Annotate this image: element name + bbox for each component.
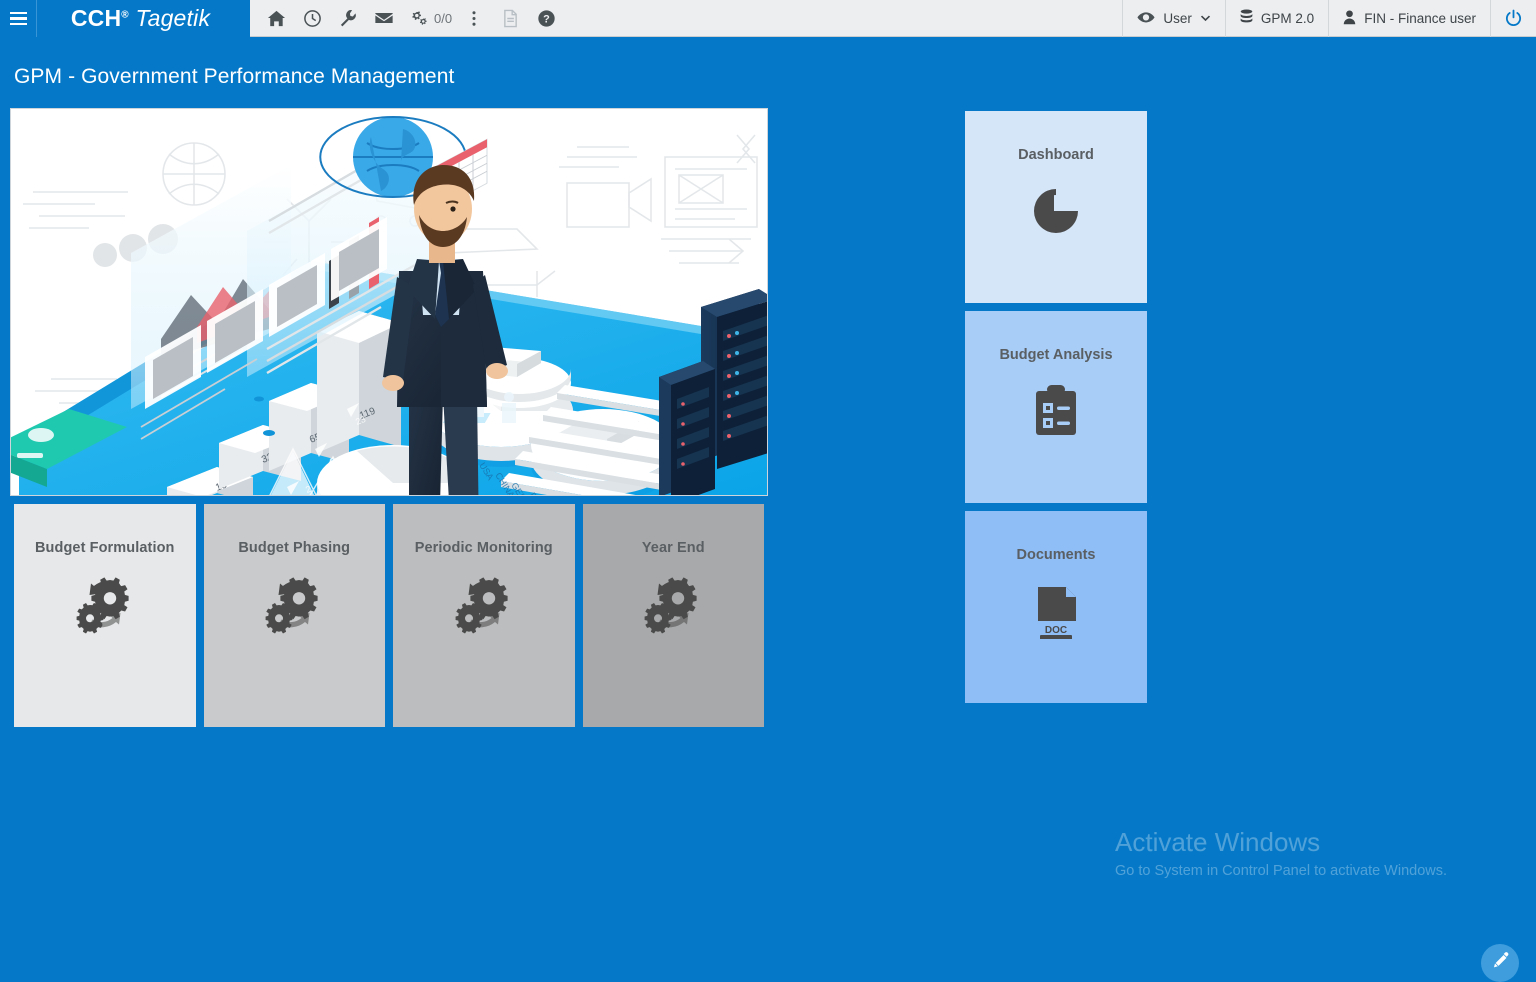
tile-budget-phasing[interactable]: Budget Phasing	[199, 500, 389, 731]
chevron-down-icon	[1200, 11, 1211, 26]
page-body: GPM - Government Performance Management	[0, 37, 1536, 982]
tile-periodic-monitoring[interactable]: Periodic Monitoring	[389, 500, 579, 731]
tile-year-end[interactable]: Year End	[578, 500, 768, 731]
pie-chart-icon	[1028, 183, 1084, 244]
tile-label: Budget Analysis	[999, 347, 1113, 363]
side-tiles-column: Dashboard Budget Analysis Documents DOC	[963, 109, 1149, 709]
clock-icon[interactable]	[294, 0, 330, 37]
tile-label: Budget Phasing	[238, 540, 351, 556]
gears-icon[interactable]	[402, 0, 438, 37]
database-selector[interactable]: GPM 2.0	[1224, 0, 1328, 37]
document-doc-icon: DOC	[1030, 583, 1082, 644]
watermark-subtitle: Go to System in Control Panel to activat…	[1115, 863, 1448, 879]
tile-label: Documents	[1016, 547, 1096, 563]
doc-label: DOC	[1045, 625, 1067, 636]
document-icon[interactable]	[492, 0, 528, 37]
current-user[interactable]: FIN - Finance user	[1328, 0, 1490, 37]
person-icon	[1343, 9, 1356, 28]
page-title: GPM - Government Performance Management	[14, 65, 455, 88]
tile-label: Periodic Monitoring	[414, 540, 553, 556]
watermark-title: Activate Windows	[1115, 827, 1321, 857]
brand-cch: CCH	[70, 5, 122, 31]
topbar-right-group: User GPM 2.0 FIN - Finance user	[1122, 0, 1536, 37]
process-gears-icon	[453, 576, 515, 639]
home-icon[interactable]	[258, 0, 294, 37]
tile-budget-formulation[interactable]: Budget Formulation	[10, 500, 200, 731]
top-toolbar: CCH® Tagetik 0/0 ? User GPM 2.0 FIN - Fi…	[0, 0, 1536, 37]
brand-logo[interactable]: CCH® Tagetik	[37, 5, 250, 32]
power-icon[interactable]	[1490, 0, 1536, 37]
toolbar-icon-group: 0/0 ?	[250, 0, 564, 36]
hero-illustration: 15 32 65 119	[10, 108, 768, 496]
eye-icon	[1137, 11, 1155, 27]
user-view-label: User	[1163, 11, 1192, 26]
tile-documents[interactable]: Documents DOC	[963, 509, 1149, 705]
process-gears-icon	[642, 576, 704, 639]
database-icon	[1240, 9, 1253, 28]
tile-label: Year End	[641, 540, 705, 556]
activate-windows-watermark: Activate Windows Go to System in Control…	[1115, 827, 1447, 881]
process-tiles-row: Budget Formulation Budget Phasing Period…	[10, 500, 768, 731]
clipboard-icon	[1030, 383, 1082, 444]
edit-fab-button[interactable]	[1481, 944, 1519, 982]
brand-registered: ®	[121, 9, 129, 21]
tile-label: Budget Formulation	[34, 540, 175, 556]
hamburger-icon[interactable]	[0, 0, 37, 37]
brand-tagetik: Tagetik	[135, 5, 211, 31]
process-gears-icon	[74, 576, 136, 639]
wrench-icon[interactable]	[330, 0, 366, 37]
process-count: 0/0	[434, 10, 453, 26]
user-view-selector[interactable]: User	[1122, 0, 1225, 37]
current-user-label: FIN - Finance user	[1364, 11, 1476, 26]
database-label: GPM 2.0	[1260, 11, 1315, 26]
tile-budget-analysis[interactable]: Budget Analysis	[963, 309, 1149, 505]
vertical-dots-icon[interactable]	[456, 0, 492, 37]
process-gears-icon	[263, 576, 325, 639]
svg-text:?: ?	[543, 13, 550, 25]
tile-dashboard[interactable]: Dashboard	[963, 109, 1149, 305]
brand-block: CCH® Tagetik	[0, 0, 250, 37]
help-icon[interactable]: ?	[528, 0, 564, 37]
envelope-icon[interactable]	[366, 0, 402, 37]
tile-label: Dashboard	[1018, 147, 1094, 163]
pencil-icon	[1491, 951, 1510, 975]
